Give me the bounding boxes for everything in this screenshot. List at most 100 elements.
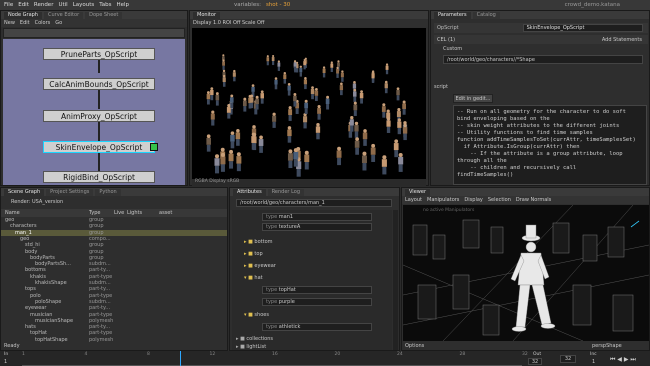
node-graph-canvas[interactable]: PruneParts_OpScript CalcAnimBounds_OpScr… [3, 39, 185, 185]
menu-file[interactable]: File [4, 2, 13, 8]
node-name-field[interactable]: SkinEnvelope_OpScript [522, 24, 643, 32]
cel-path-field[interactable]: /root/world/geo/characters//*Shape [443, 55, 643, 64]
crowd-figure [397, 118, 402, 135]
scene-graph-row-name: bodyParts [30, 254, 55, 261]
crowd-figure [371, 71, 375, 83]
node-pruneparts[interactable]: PruneParts_OpScript [43, 48, 155, 60]
viewer-menu-display[interactable]: Display [464, 197, 482, 203]
timeline-in-value[interactable]: 1 [4, 359, 7, 365]
render-label[interactable]: Render: USA_version [11, 199, 63, 205]
col-name[interactable]: Name [5, 210, 20, 216]
node-skinenvelope[interactable]: SkinEnvelope_OpScript [43, 141, 155, 153]
viewer-menu-selection[interactable]: Selection [488, 197, 511, 203]
attr-value[interactable]: topHat [279, 287, 296, 293]
crowd-figure [242, 97, 247, 112]
crowd-figure [339, 82, 344, 96]
menu-render[interactable]: Render [34, 2, 54, 8]
node-graph-panel: Node Graph Curve Editor Dope Sheet New E… [0, 10, 188, 186]
attributes-scrollbar[interactable] [393, 210, 398, 350]
attr-group-hat[interactable]: ▾ ■ hat [244, 275, 263, 281]
tab-curve-editor[interactable]: Curve Editor [43, 12, 84, 19]
viewer-menu-draw-normals[interactable]: Draw Normals [516, 197, 551, 203]
col-lights[interactable]: Lights [127, 210, 142, 216]
menu-help[interactable]: Help [116, 2, 129, 8]
menu-util[interactable]: Util [58, 2, 67, 8]
node-rigidbind[interactable]: RigidBind_OpScript [43, 171, 155, 183]
scene-graph-row-type: group [89, 223, 104, 230]
file-title: crowd_demo.katana [564, 2, 620, 8]
script-line: if Attribute.IsGroup(currAttr) then [457, 144, 580, 150]
scene-graph-row-type: part-type [89, 273, 113, 280]
tab-monitor[interactable]: Monitor [193, 12, 221, 19]
crowd-figure [206, 134, 211, 152]
tab-project-settings[interactable]: Project Settings [46, 189, 94, 196]
timeline-out-value[interactable]: 32 [528, 358, 542, 365]
tab-node-graph[interactable]: Node Graph [4, 12, 42, 19]
node-calcanimbounds[interactable]: CalcAnimBounds_OpScript [43, 78, 155, 90]
shot-variable[interactable]: shot - 30 [266, 2, 290, 8]
add-statements-button[interactable]: Add Statements [602, 37, 642, 43]
menu-layouts[interactable]: Layouts [73, 2, 95, 8]
attr-value[interactable]: purple [279, 299, 295, 305]
scene-graph-row-name: polo [30, 292, 41, 299]
attr-value[interactable]: textureA [279, 224, 300, 230]
ng-menu-colors[interactable]: Colors [35, 20, 51, 26]
ng-menu-edit[interactable]: Edit [20, 20, 30, 26]
col-live[interactable]: Live [114, 210, 124, 216]
timeline-tick-label: 16 [272, 352, 278, 357]
attributes-path[interactable]: /root/world/geo/characters/man_1 [236, 199, 392, 207]
attr-group-shoes[interactable]: ▾ ■ shoes [244, 312, 269, 318]
node-view-flag-icon[interactable] [150, 143, 158, 151]
attr-group-bottom[interactable]: ▸ ■ bottom [244, 239, 273, 245]
attr-group-eyewear[interactable]: ▸ ■ eyewear [244, 263, 276, 269]
attr-value[interactable]: man1 [279, 214, 293, 220]
crowd-figure [393, 139, 399, 158]
script-line: -- Utility functions to find time sample… [457, 130, 593, 136]
timeline-ruler[interactable]: 1 4 8 12 16 20 24 28 32 [22, 351, 528, 366]
scene-graph-row-type: part-ty... [89, 286, 111, 293]
scene-graph-row-name: bodyPartsSh... [35, 261, 71, 268]
menu-edit[interactable]: Edit [18, 2, 29, 8]
crowd-figure [236, 152, 242, 172]
scene-graph-row[interactable]: topHatShape polymesh [1, 337, 227, 343]
menu-tabs[interactable]: Tabs [99, 2, 111, 8]
timeline-playhead[interactable] [180, 351, 181, 366]
tab-attributes[interactable]: Attributes [233, 189, 266, 196]
play-buttons-icon[interactable]: ⏮ ◀ ▶ ⏭ [610, 356, 636, 364]
status-ready: Ready [4, 343, 20, 349]
monitor-render-view[interactable] [192, 28, 426, 179]
tab-parameters[interactable]: Parameters [434, 12, 471, 19]
timeline-inc-value[interactable]: 1 [592, 359, 595, 365]
edit-in-gedit-button[interactable]: Edit in gedit... [453, 94, 493, 103]
scene-graph-row-type: part-type [89, 311, 113, 318]
viewer-options-button[interactable]: Options [405, 343, 424, 349]
monitor-toolbar-text[interactable]: Display 1.0 ROI Off Scale Off [193, 20, 264, 26]
viewer-menu-layout[interactable]: Layout [405, 197, 422, 203]
tab-catalog[interactable]: Catalog [472, 12, 500, 19]
viewer-panel: Viewer Layout Manipulators Display Selec… [401, 187, 650, 351]
attr-value[interactable]: athletick [279, 324, 301, 330]
attr-group-lightlist[interactable]: ▸ ■ lightList [236, 344, 266, 350]
current-frame-field[interactable]: 32 [560, 355, 576, 363]
tab-viewer[interactable]: Viewer [405, 189, 430, 196]
timeline-inc-label: Inc [590, 352, 597, 357]
tab-render-log[interactable]: Render Log [267, 189, 305, 196]
viewer-menu-manipulators[interactable]: Manipulators [427, 197, 459, 203]
attr-group-top[interactable]: ▸ ■ top [244, 251, 263, 257]
attr-group-collections[interactable]: ▸ ■ collections [236, 336, 273, 342]
tab-python[interactable]: Python [95, 189, 121, 196]
col-asset[interactable]: asset [159, 210, 172, 216]
tab-scene-graph[interactable]: Scene Graph [4, 189, 45, 196]
ng-menu-new[interactable]: New [4, 20, 15, 26]
viewer-3d-viewport[interactable]: no active Manipulators [403, 205, 649, 341]
script-editor[interactable]: -- Run on all geometry for the character… [453, 105, 647, 185]
ng-menu-go[interactable]: Go [55, 20, 62, 26]
node-graph-tabs: Node Graph Curve Editor Dope Sheet [1, 11, 187, 19]
node-animproxy[interactable]: AnimProxy_OpScript [43, 110, 155, 122]
crowd-figure [229, 94, 234, 109]
col-type[interactable]: Type [89, 210, 100, 216]
viewer-camera-label[interactable]: perspShape [592, 343, 622, 349]
script-line: bind enveloping based on the [457, 116, 550, 122]
crowd-figure [215, 92, 220, 106]
tab-dope-sheet[interactable]: Dope Sheet [85, 12, 123, 19]
